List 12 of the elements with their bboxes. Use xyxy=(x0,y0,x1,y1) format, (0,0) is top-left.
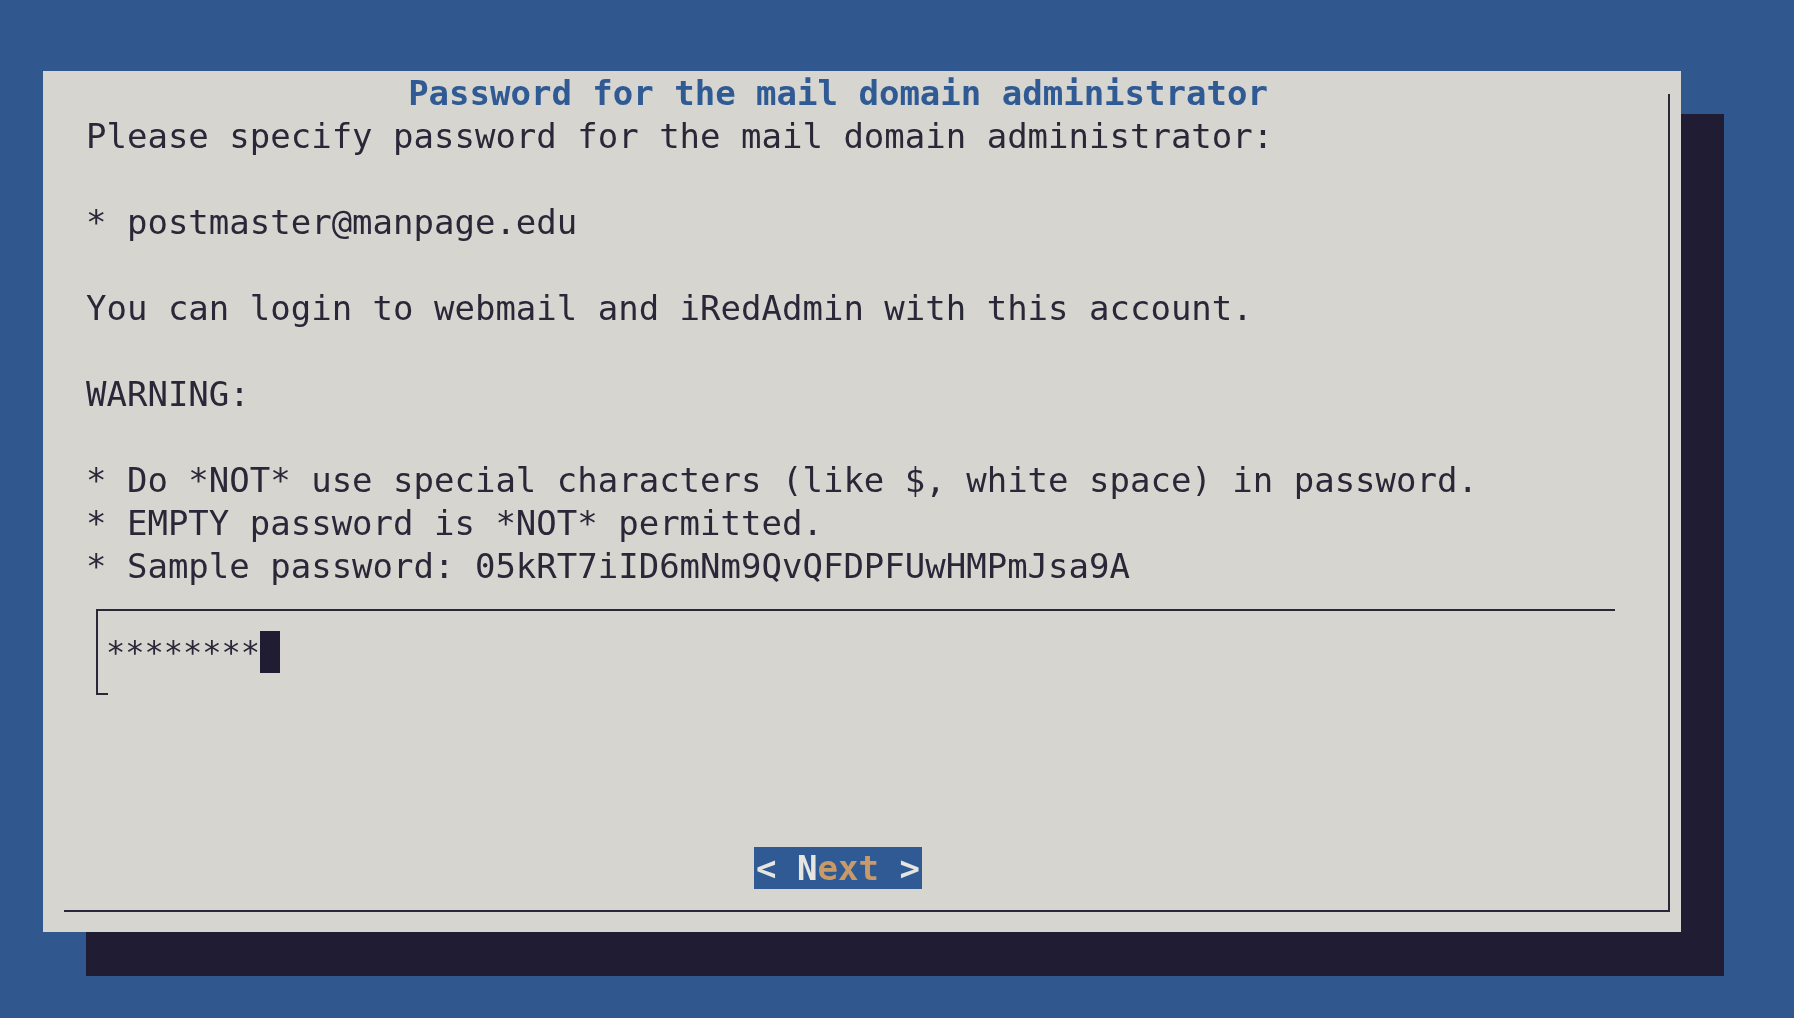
message-text: You can login to webmail and iRedAdmin with this account. xyxy=(86,288,1253,328)
text-cursor xyxy=(260,631,281,673)
message-text: * Sample password: 05kRT7iID6mNm9QvQFDPFUwHMPmJsa9A xyxy=(86,546,1130,586)
message-text: * Do *NOT* use special characters (like $, white space) in password. xyxy=(86,460,1478,500)
password-field[interactable]: ******** xyxy=(96,609,1615,695)
message-text: Please specify password for the mail domain administrator: xyxy=(86,116,1274,156)
message-text: WARNING: xyxy=(86,374,250,414)
password-value: ******** xyxy=(106,632,261,673)
message-text: * EMPTY password is *NOT* permitted. xyxy=(86,503,823,543)
dialog-title: Password for the mail domain administrator xyxy=(408,72,1268,115)
next-button[interactable]: < Next > xyxy=(754,847,922,889)
message-text: * postmaster@manpage.edu xyxy=(86,202,578,242)
